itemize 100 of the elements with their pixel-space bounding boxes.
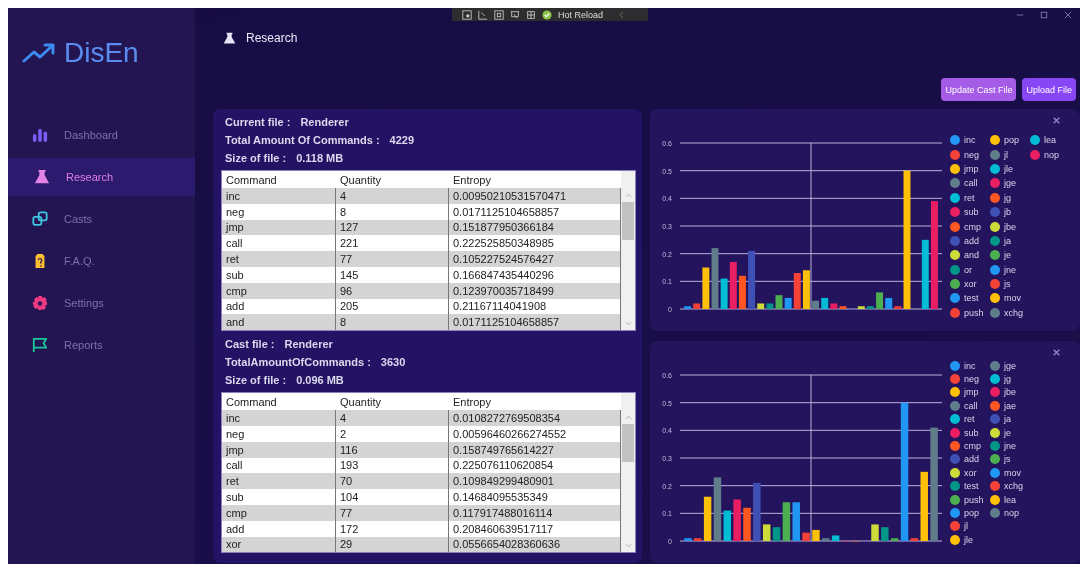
legend-label: mov xyxy=(1004,467,1021,478)
legend-label: jg xyxy=(1004,192,1011,203)
table-cell: sub xyxy=(222,267,336,283)
scrollbar[interactable] xyxy=(621,171,635,331)
legend-label: pop xyxy=(1004,135,1020,146)
scroll-up-icon[interactable] xyxy=(624,193,632,198)
table-cell: ret xyxy=(222,251,336,267)
legend-label: jl xyxy=(964,521,968,532)
legend-label: add xyxy=(964,235,980,246)
legend-label: cmp xyxy=(964,441,981,452)
legend-label: neg xyxy=(964,374,980,385)
table-cell: 4 xyxy=(336,188,449,204)
scrollbar-thumb[interactable] xyxy=(622,202,634,240)
legend-label: jge xyxy=(1004,178,1016,189)
scrollbar-thumb[interactable] xyxy=(622,424,634,463)
action-button[interactable]: Update Cast File xyxy=(941,78,1017,101)
legend-label: jmp xyxy=(964,163,979,174)
sidebar-item[interactable]: Research xyxy=(8,158,195,196)
table-cell: add xyxy=(222,520,336,537)
legend-label: jg xyxy=(1004,374,1011,385)
legend-label: sub xyxy=(964,427,979,438)
legend-label: xor xyxy=(964,279,977,290)
table-cell: cmp xyxy=(222,282,336,299)
table-cell: 2 xyxy=(336,425,449,442)
table-cell: xor xyxy=(222,536,336,553)
legend-label: jne xyxy=(1004,264,1016,275)
legend-label: cmp xyxy=(964,221,981,232)
legend-label: xchg xyxy=(1004,481,1023,492)
sidebar-item[interactable]: Settings xyxy=(8,284,195,322)
column-header[interactable]: Quantity xyxy=(336,393,449,411)
info-label: Cast file : xyxy=(225,338,275,351)
table-cell: 4 xyxy=(336,410,449,426)
frame-icon[interactable] xyxy=(494,9,504,20)
flask-icon xyxy=(34,169,50,185)
table-cell: 104 xyxy=(336,489,449,505)
legend-label: jbe xyxy=(1004,387,1016,398)
info-label: Size of file : xyxy=(225,152,287,164)
table-cell: 77 xyxy=(336,251,449,267)
sidebar-item[interactable]: Dashboard xyxy=(8,116,195,154)
legend-label: ret xyxy=(964,192,975,203)
sidebar-item[interactable]: Reports xyxy=(8,326,195,364)
column-header[interactable]: Quantity xyxy=(336,171,449,188)
legend-label: neg xyxy=(964,149,980,160)
scrollbar[interactable] xyxy=(621,393,635,553)
table-cell: inc xyxy=(222,410,336,426)
legend-label: ret xyxy=(964,414,975,425)
legend-label: je xyxy=(1004,427,1011,438)
trend-arrow-icon xyxy=(22,42,56,64)
legend-label: jle xyxy=(1004,163,1013,174)
flag-icon xyxy=(32,337,48,353)
column-header[interactable]: Command xyxy=(222,393,336,411)
scroll-up-icon[interactable] xyxy=(624,415,632,421)
info-value: 0.096 MB xyxy=(296,374,344,387)
column-header[interactable]: Command xyxy=(222,171,336,188)
table-cell: 172 xyxy=(336,520,449,537)
legend-label: jl xyxy=(1004,149,1008,160)
scroll-down-icon[interactable] xyxy=(624,543,632,549)
info-value: 0.118 MB xyxy=(296,152,344,164)
select-icon[interactable] xyxy=(510,9,520,20)
close-icon[interactable] xyxy=(1053,349,1060,356)
sidebar-item[interactable]: Casts xyxy=(8,200,195,238)
legend-label: call xyxy=(964,400,978,411)
info-value: Renderer xyxy=(300,116,349,128)
table-cell: 96 xyxy=(336,282,449,299)
info-label: Size of file : xyxy=(225,374,287,387)
scroll-down-icon[interactable] xyxy=(624,321,632,327)
page-title: Research xyxy=(246,31,298,45)
column-header[interactable]: Entropy xyxy=(449,171,621,188)
chevron-icon[interactable] xyxy=(619,10,625,19)
legend-label: jge xyxy=(1004,360,1016,371)
info-label: TotalAmountOfCommands : xyxy=(225,356,371,369)
legend-label: pop xyxy=(964,508,980,518)
table-cell: 8 xyxy=(336,203,449,220)
table-cell: 145 xyxy=(336,267,449,283)
legend-label: mov xyxy=(1004,293,1021,304)
legend-label: jmp xyxy=(964,387,979,398)
close-icon[interactable] xyxy=(1064,11,1072,19)
legend-label: xor xyxy=(964,467,977,478)
legend-label: call xyxy=(964,178,978,189)
table-cell: jmp xyxy=(222,441,336,458)
hot-reload-label[interactable]: Hot Reload xyxy=(558,9,604,20)
close-icon[interactable] xyxy=(1053,117,1060,124)
maximize-icon[interactable] xyxy=(1040,11,1048,19)
pointer-icon[interactable] xyxy=(478,9,488,20)
table-cell: 116 xyxy=(336,441,449,458)
legend-label: lea xyxy=(1044,135,1056,146)
legend-label: and xyxy=(964,250,980,261)
bar-chart-icon xyxy=(32,127,48,143)
table-cell: neg xyxy=(222,425,336,442)
table-cell: 8 xyxy=(336,314,449,331)
legend-label: inc xyxy=(964,360,976,371)
info-label: Total Amount Of Commands : xyxy=(225,134,380,146)
legend-label: ja xyxy=(1004,414,1011,425)
legend-label: sub xyxy=(964,207,979,218)
toolbar-tool-icon[interactable] xyxy=(462,9,472,20)
sidebar-item[interactable]: F.A.Q. xyxy=(8,242,195,280)
column-header[interactable]: Entropy xyxy=(449,393,621,411)
action-button[interactable]: Upload File xyxy=(1022,78,1076,101)
minimize-icon[interactable] xyxy=(1016,11,1024,19)
flask-icon xyxy=(223,31,236,45)
